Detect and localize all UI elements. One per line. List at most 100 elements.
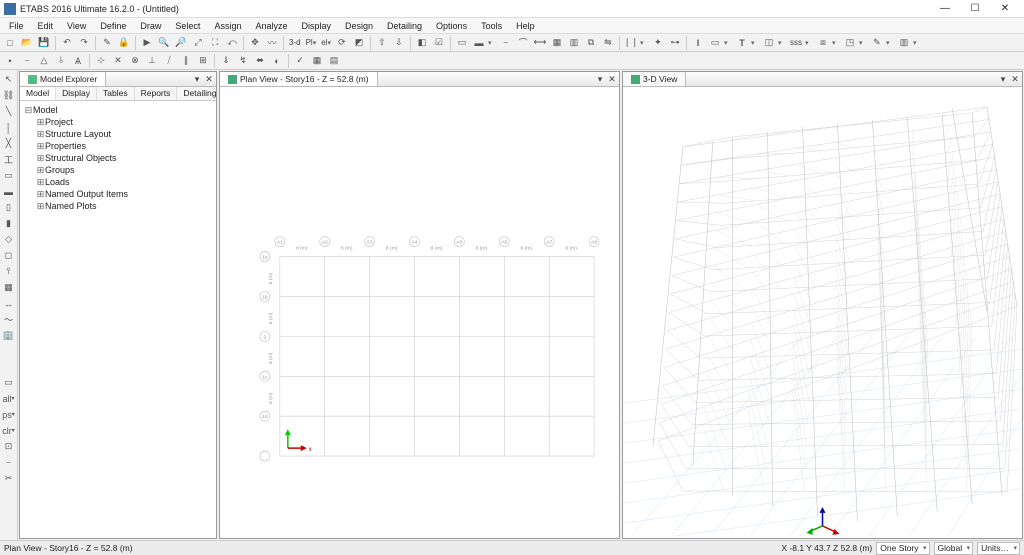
beam-icon[interactable]: ⧈ bbox=[815, 35, 831, 51]
3d-viewport[interactable] bbox=[623, 87, 1022, 538]
reshape-icon[interactable]: ⛓ bbox=[1, 88, 16, 103]
snap-line-icon[interactable]: ⧸ bbox=[161, 53, 177, 69]
rect-icon[interactable]: ▭ bbox=[454, 35, 470, 51]
planview-dropdown-icon[interactable]: ▾ bbox=[595, 74, 605, 85]
snap-perp-icon[interactable]: ⊥ bbox=[144, 53, 160, 69]
maximize-button[interactable]: ☐ bbox=[960, 1, 990, 17]
draw-link-icon[interactable]: ⫯ bbox=[1, 264, 16, 279]
menu-help[interactable]: Help bbox=[509, 21, 542, 31]
3d-dropdown-icon[interactable]: ▾ bbox=[998, 74, 1008, 85]
wall-icon[interactable]: ◳ bbox=[842, 35, 858, 51]
tee-icon[interactable]: T bbox=[734, 35, 750, 51]
explorer-dropdown-icon[interactable]: ▾ bbox=[192, 74, 202, 85]
minimize-button[interactable]: — bbox=[930, 1, 960, 17]
copy-icon[interactable]: ⧉ bbox=[583, 35, 599, 51]
menu-tools[interactable]: Tools bbox=[474, 21, 509, 31]
draw-col-icon[interactable]: │ bbox=[1, 120, 16, 135]
pointer-icon[interactable]: ↖ bbox=[1, 72, 16, 87]
snap-end-icon[interactable]: ⊹ bbox=[93, 53, 109, 69]
sel-clr-icon[interactable]: clr▾ bbox=[1, 423, 16, 438]
show-force-icon[interactable]: ⬌ bbox=[252, 53, 268, 69]
sel-all-icon[interactable]: all▾ bbox=[1, 391, 16, 406]
section-icon[interactable]: ❘❘ bbox=[623, 35, 639, 51]
sel-line-icon[interactable]: ⎯ bbox=[1, 455, 16, 470]
design-icon[interactable]: ▦ bbox=[309, 53, 325, 69]
draw-wall2-icon[interactable]: ▮ bbox=[1, 216, 16, 231]
show-def-icon[interactable]: ↯ bbox=[235, 53, 251, 69]
rotate3d-icon[interactable]: ⟳ bbox=[334, 35, 350, 51]
grid-icon[interactable]: ▦ bbox=[549, 35, 565, 51]
snap-mid-icon[interactable]: ✕ bbox=[110, 53, 126, 69]
tab-model[interactable]: Model bbox=[20, 87, 56, 100]
menu-file[interactable]: File bbox=[2, 21, 31, 31]
draw-beam-icon[interactable]: ╲ bbox=[1, 104, 16, 119]
move-up-icon[interactable]: ⇧ bbox=[374, 35, 390, 51]
tree-item[interactable]: ⊞Properties bbox=[24, 140, 212, 152]
draw-wall-icon[interactable]: ▯ bbox=[1, 200, 16, 215]
view-3d-button[interactable]: 3-d bbox=[287, 38, 303, 47]
rect2-icon[interactable]: ▬ bbox=[471, 35, 487, 51]
draw-sec-icon[interactable]: 工 bbox=[1, 152, 16, 167]
run-icon[interactable]: ▶ bbox=[139, 35, 155, 51]
tree-item[interactable]: ⊞Project bbox=[24, 116, 212, 128]
select-icon[interactable]: ▭ bbox=[1, 375, 16, 390]
status-story-select[interactable]: One Story bbox=[876, 542, 929, 555]
draw-area-icon[interactable]: ◇ bbox=[1, 232, 16, 247]
sel-int-icon[interactable]: ⊡ bbox=[1, 439, 16, 454]
draw-opening-icon[interactable]: ◻ bbox=[1, 248, 16, 263]
draw-grid-icon[interactable]: ▦ bbox=[1, 280, 16, 295]
undo-icon[interactable]: ↶ bbox=[59, 35, 75, 51]
3d-close-icon[interactable]: ✕ bbox=[1010, 74, 1020, 85]
menu-draw[interactable]: Draw bbox=[133, 21, 168, 31]
menu-define[interactable]: Define bbox=[93, 21, 133, 31]
menu-analyze[interactable]: Analyze bbox=[248, 21, 294, 31]
pen-icon[interactable]: ✎ bbox=[869, 35, 885, 51]
menu-view[interactable]: View bbox=[60, 21, 93, 31]
view-elev-button[interactable]: el▾ bbox=[319, 38, 333, 47]
sel-cut-icon[interactable]: ✂ bbox=[1, 471, 16, 486]
tab-reports[interactable]: Reports bbox=[135, 87, 178, 100]
draw-floor2-icon[interactable]: ▬ bbox=[1, 184, 16, 199]
draw-building-icon[interactable]: 🏢 bbox=[1, 328, 16, 343]
tower-icon[interactable]: Ѧ bbox=[70, 53, 86, 69]
output-icon[interactable]: ▤ bbox=[326, 53, 342, 69]
menu-select[interactable]: Select bbox=[168, 21, 207, 31]
redo-icon[interactable]: ↷ bbox=[76, 35, 92, 51]
col-icon[interactable]: ◫ bbox=[761, 35, 777, 51]
3d-tab[interactable]: 3-D View bbox=[623, 72, 686, 86]
mirror-icon[interactable]: ⇋ bbox=[600, 35, 616, 51]
tree-item[interactable]: ⊞Loads bbox=[24, 176, 212, 188]
show-load-icon[interactable]: ⇓ bbox=[218, 53, 234, 69]
member-icon[interactable]: ⎯ bbox=[19, 53, 35, 69]
snap-int-icon[interactable]: ⊗ bbox=[127, 53, 143, 69]
release-icon[interactable]: ⊶ bbox=[667, 35, 683, 51]
open-icon[interactable]: 📂 bbox=[19, 35, 35, 51]
edit-icon[interactable]: ✎ bbox=[99, 35, 115, 51]
rubber-icon[interactable]: 〰 bbox=[264, 35, 280, 51]
zoom-prev-icon[interactable]: ⤺ bbox=[224, 35, 240, 51]
explorer-close-icon[interactable]: ✕ bbox=[204, 74, 214, 85]
menu-options[interactable]: Options bbox=[429, 21, 474, 31]
explorer-tab[interactable]: Model Explorer bbox=[20, 72, 106, 86]
draw-floor-icon[interactable]: ▭ bbox=[1, 168, 16, 183]
set-display-icon[interactable]: ☑ bbox=[431, 35, 447, 51]
text-icon[interactable]: I bbox=[690, 35, 706, 51]
zoom-fit-icon[interactable]: ⛶ bbox=[207, 35, 223, 51]
model-tree[interactable]: ⊟Model ⊞Project ⊞Structure Layout ⊞Prope… bbox=[20, 101, 216, 538]
planview-close-icon[interactable]: ✕ bbox=[607, 74, 617, 85]
line-icon[interactable]: ⎯ bbox=[498, 35, 514, 51]
lock-icon[interactable]: 🔒 bbox=[116, 35, 132, 51]
menu-edit[interactable]: Edit bbox=[31, 21, 61, 31]
plan-viewport[interactable]: A1A2A3A4A5A6A7A8 8 (m)8 (m)8 (m)8 (m)8 (… bbox=[220, 87, 619, 538]
status-units-select[interactable]: Units… bbox=[977, 542, 1020, 555]
new-icon[interactable]: □ bbox=[2, 35, 18, 51]
node-icon[interactable]: • bbox=[2, 53, 18, 69]
move-down-icon[interactable]: ⇩ bbox=[391, 35, 407, 51]
tree-item[interactable]: ⊞Structure Layout bbox=[24, 128, 212, 140]
area-icon[interactable]: △ bbox=[36, 53, 52, 69]
tab-tables[interactable]: Tables bbox=[97, 87, 135, 100]
perspective-icon[interactable]: ◩ bbox=[351, 35, 367, 51]
pan-icon[interactable]: ✥ bbox=[247, 35, 263, 51]
close-button[interactable]: ✕ bbox=[990, 1, 1020, 17]
sss-button[interactable]: sss bbox=[788, 38, 804, 47]
